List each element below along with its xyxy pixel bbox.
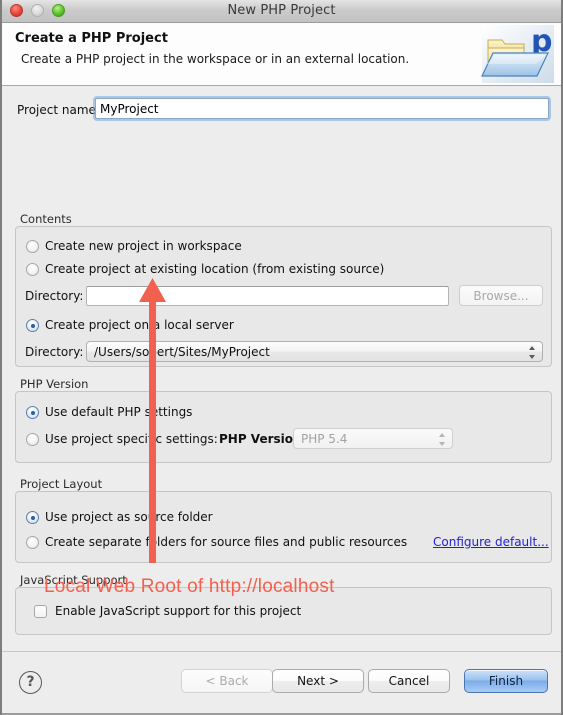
label-create-new-project-in-workspace: Create new project in workspace — [45, 239, 242, 253]
radio-use-default-php-settings[interactable] — [26, 406, 39, 419]
label-create-project-existing-location: Create project at existing location (fro… — [45, 262, 385, 276]
back-button[interactable]: < Back — [181, 669, 273, 693]
radio-create-project-on-local-server[interactable] — [26, 319, 39, 332]
server-directory-label: Directory: — [25, 345, 84, 359]
page-subtitle: Create a PHP project in the workspace or… — [21, 52, 410, 66]
next-button[interactable]: Next > — [272, 669, 364, 693]
radio-create-new-project-in-workspace[interactable] — [26, 240, 39, 253]
label-enable-javascript-support: Enable JavaScript support for this proje… — [55, 604, 302, 618]
project-name-label: Project name: — [17, 103, 100, 117]
radio-create-separate-folders[interactable] — [26, 536, 39, 549]
contents-group: Create new project in workspace Create p… — [15, 226, 552, 367]
radio-create-project-existing-location[interactable] — [26, 263, 39, 276]
contents-group-label: Contents — [20, 212, 72, 226]
project-name-input[interactable] — [95, 98, 549, 119]
window-titlebar: New PHP Project — [2, 0, 561, 23]
label-use-project-as-source-folder: Use project as source folder — [45, 510, 213, 524]
php-folder-icon: p — [481, 24, 554, 83]
existing-directory-label: Directory: — [25, 289, 84, 303]
dialog-footer: ? < Back Next > Cancel Finish — [2, 651, 561, 715]
up-arrow-annotation — [139, 278, 166, 563]
configure-default-link[interactable]: Configure default... — [433, 535, 549, 549]
project-layout-group: Use project as source folder Create sepa… — [15, 491, 552, 563]
cancel-button[interactable]: Cancel — [368, 669, 450, 693]
dialog-banner: Create a PHP Project Create a PHP projec… — [2, 23, 561, 86]
label-create-separate-folders: Create separate folders for source files… — [45, 535, 408, 549]
project-layout-group-label: Project Layout — [20, 477, 103, 491]
help-icon[interactable]: ? — [19, 671, 42, 694]
project-name-row: Project name: — [2, 98, 561, 122]
new-php-project-dialog: New PHP Project Create a PHP Project Cre… — [0, 0, 563, 715]
php-version-group: Use default PHP settings Use project spe… — [15, 391, 552, 463]
finish-button[interactable]: Finish — [464, 669, 548, 693]
radio-use-project-specific-settings[interactable] — [26, 433, 39, 446]
annotation-text: Local Web Root of http://localhost — [44, 576, 335, 597]
checkbox-enable-javascript-support[interactable] — [34, 605, 47, 618]
php-version-group-label: PHP Version — [20, 377, 89, 391]
php-version-stepper-icon[interactable] — [439, 433, 446, 446]
page-title: Create a PHP Project — [15, 31, 168, 46]
dialog-content: Project name: Contents Create new projec… — [2, 86, 561, 651]
server-directory-value: /Users/sobert/Sites/MyProject — [94, 345, 270, 359]
radio-use-project-as-source-folder[interactable] — [26, 511, 39, 524]
php-version-value: PHP 5.4 — [301, 432, 348, 446]
window-title: New PHP Project — [227, 3, 336, 18]
server-directory-stepper-icon[interactable] — [529, 346, 536, 359]
php-version-combobox[interactable]: PHP 5.4 — [293, 428, 453, 449]
browse-button[interactable]: Browse... — [459, 285, 543, 306]
